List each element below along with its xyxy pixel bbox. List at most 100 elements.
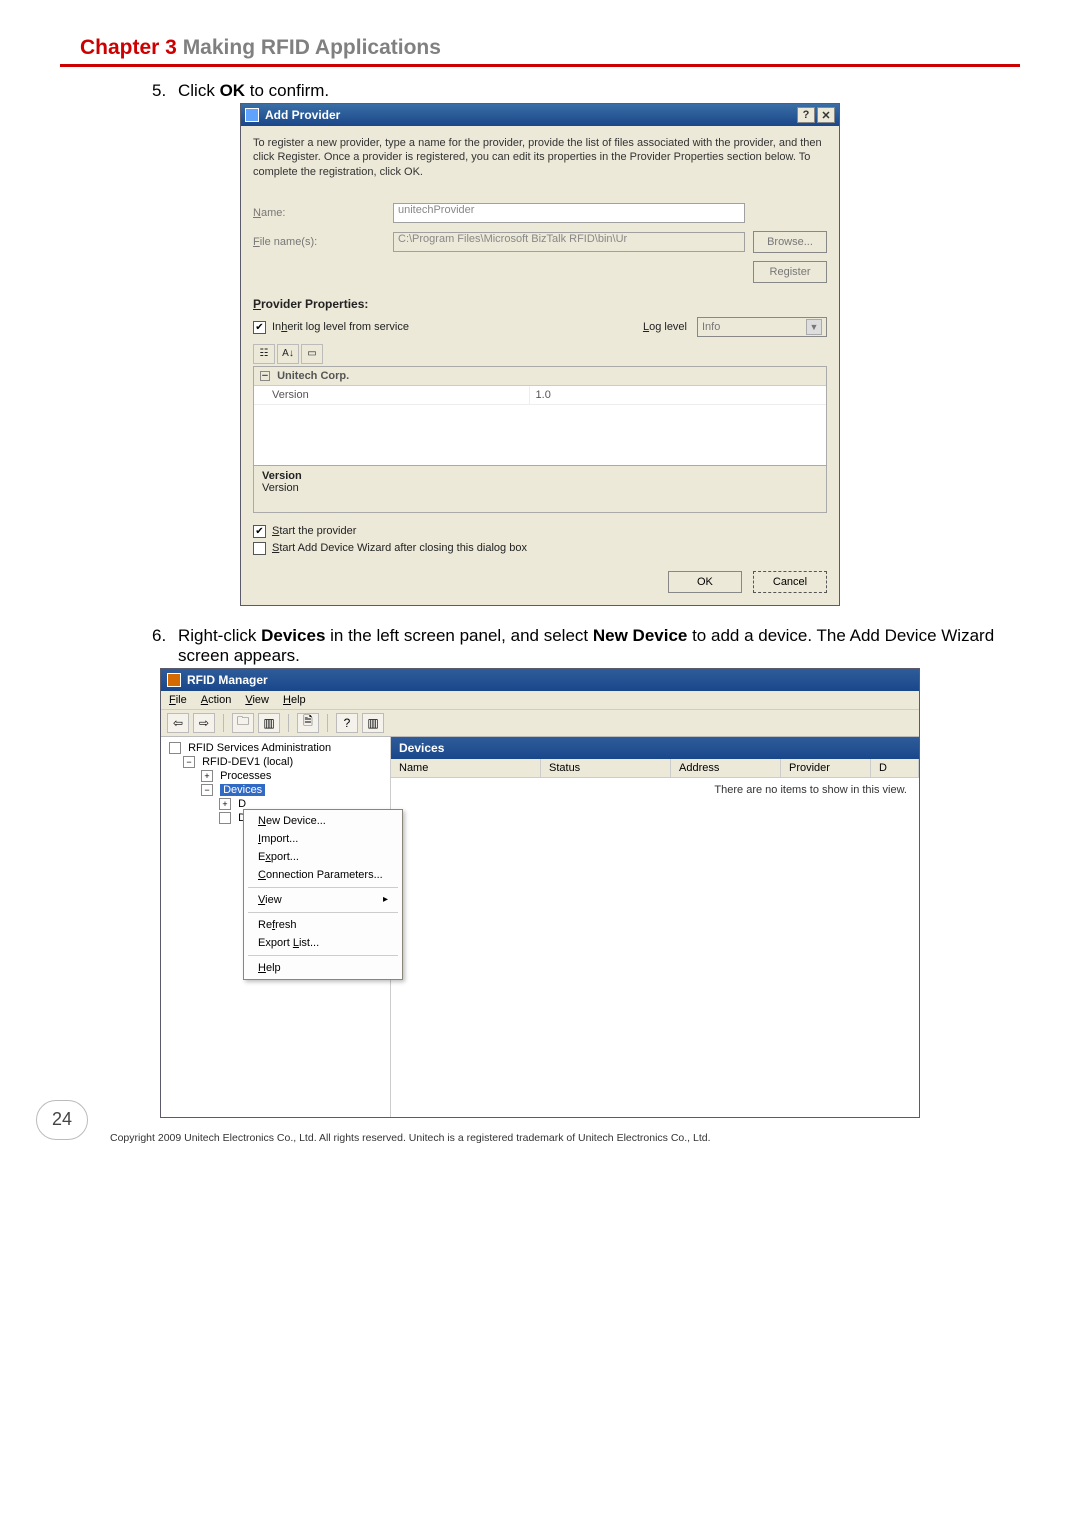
name-label-rest: ame: xyxy=(261,207,285,219)
ctx-view[interactable]: View xyxy=(244,891,402,909)
s6b1: Devices xyxy=(261,626,325,645)
col-status[interactable]: Status xyxy=(541,759,671,777)
tree-processes-label: Processes xyxy=(220,770,271,782)
toolbar-separator xyxy=(327,714,328,732)
plus-icon[interactable]: + xyxy=(201,770,213,782)
forward-icon[interactable]: ⇨ xyxy=(193,713,215,733)
log-level-value: Info xyxy=(702,321,720,333)
menu-help[interactable]: Help xyxy=(283,694,306,706)
ctx-export-list[interactable]: Export List... xyxy=(244,934,402,952)
step5-suffix: to confirm. xyxy=(245,81,329,100)
propgrid-pages-icon[interactable]: ▭ xyxy=(301,344,323,364)
menu-file[interactable]: File xyxy=(169,694,187,706)
inherit-p: In xyxy=(272,321,281,333)
categorized-icon[interactable]: ☷ xyxy=(253,344,275,364)
ctx-refresh[interactable]: Refresh xyxy=(244,916,402,934)
provider-properties-label: Provider Properties: xyxy=(253,297,827,311)
propgrid-row-val[interactable]: 1.0 xyxy=(529,386,826,404)
back-icon[interactable]: ⇦ xyxy=(167,713,189,733)
name-label-u: N xyxy=(253,207,261,219)
ctx-export[interactable]: Export... xyxy=(244,848,402,866)
plus-icon[interactable]: + xyxy=(219,798,231,810)
chevron-down-icon: ▼ xyxy=(806,319,822,335)
help-icon[interactable]: ? xyxy=(797,107,815,123)
browse-button[interactable]: Browse... xyxy=(753,231,827,253)
minus-icon[interactable]: − xyxy=(183,756,195,768)
inherit-label: Inherit log level from service xyxy=(272,321,409,333)
propgrid-desc-body: Version xyxy=(262,482,818,494)
property-grid: − Unitech Corp. Version 1.0 Version Vers… xyxy=(253,366,827,513)
cancel-button[interactable]: Cancel xyxy=(753,571,827,593)
minus-icon[interactable]: − xyxy=(201,784,213,796)
tree-host[interactable]: − RFID-DEV1 (local) xyxy=(165,755,386,769)
step-number: 5. xyxy=(152,81,178,101)
ctx-new-device[interactable]: New Device... xyxy=(244,812,402,830)
s6t2: in the left screen panel, and select xyxy=(325,626,592,645)
help-icon[interactable]: ? xyxy=(336,713,358,733)
start-provider-row[interactable]: ✔ Start the provider xyxy=(253,525,827,538)
context-menu: New Device... Import... Export... Connec… xyxy=(243,809,403,980)
ctx-separator xyxy=(248,955,398,956)
col-address[interactable]: Address xyxy=(671,759,781,777)
register-button[interactable]: Register xyxy=(753,261,827,283)
collapse-icon[interactable]: − xyxy=(260,371,270,381)
col-d[interactable]: D xyxy=(871,759,919,777)
propgrid-row[interactable]: Version 1.0 xyxy=(254,386,826,405)
tree-root-icon xyxy=(169,742,181,754)
propgrid-category-label: Unitech Corp. xyxy=(277,370,349,382)
file-input[interactable]: C:\Program Files\Microsoft BizTalk RFID\… xyxy=(393,232,745,252)
s6b2: New Device xyxy=(593,626,688,645)
chapter-number: Chapter 3 xyxy=(80,36,177,59)
ctx-separator xyxy=(248,912,398,913)
name-label: Name: xyxy=(253,207,393,219)
tree-processes[interactable]: + Processes xyxy=(165,769,386,783)
empty-message: There are no items to show in this view. xyxy=(391,778,919,802)
menu-action[interactable]: Action xyxy=(201,694,232,706)
ctx-help[interactable]: Help xyxy=(244,959,402,977)
menu-view[interactable]: View xyxy=(245,694,269,706)
s6t1: Right-click xyxy=(178,626,261,645)
tree-pane: RFID Services Administration − RFID-DEV1… xyxy=(161,737,391,1117)
col-provider[interactable]: Provider xyxy=(781,759,871,777)
start-provider-label: Start the provider xyxy=(272,525,356,537)
step5-bold: OK xyxy=(220,81,246,100)
start-provider-checkbox[interactable]: ✔ xyxy=(253,525,266,538)
export-list-icon[interactable]: 🗎 xyxy=(297,713,319,733)
inherit-checkbox[interactable]: ✔ xyxy=(253,321,266,334)
tree-root[interactable]: RFID Services Administration xyxy=(165,741,386,755)
tree-root-label: RFID Services Administration xyxy=(188,742,331,754)
copyright-text: Copyright 2009 Unitech Electronics Co., … xyxy=(110,1132,1040,1144)
ctx-connection-params[interactable]: Connection Parameters... xyxy=(244,866,402,884)
log-level-select[interactable]: Info ▼ xyxy=(697,317,827,337)
sort-az-icon[interactable]: A↓ xyxy=(277,344,299,364)
show-hide-tree-icon[interactable]: ▥ xyxy=(258,713,280,733)
start-wizard-row[interactable]: Start Add Device Wizard after closing th… xyxy=(253,542,827,555)
ctx-import[interactable]: Import... xyxy=(244,830,402,848)
ok-button[interactable]: OK xyxy=(668,571,742,593)
tree-devices[interactable]: − Devices xyxy=(165,783,386,797)
tree-devices-label: Devices xyxy=(220,784,265,796)
device-icon xyxy=(219,812,231,824)
list-pane: Devices Name Status Address Provider D T… xyxy=(391,737,919,1117)
refresh-icon[interactable]: ▥ xyxy=(362,713,384,733)
inherit-checkbox-row[interactable]: ✔ Inherit log level from service xyxy=(253,321,409,334)
propgrid-category[interactable]: − Unitech Corp. xyxy=(254,367,826,386)
sw-r: tart Add Device Wizard after closing thi… xyxy=(279,542,527,554)
name-input[interactable]: unitechProvider xyxy=(393,203,745,223)
step-5: 5. Click OK to confirm. xyxy=(152,81,1020,101)
start-wizard-checkbox[interactable] xyxy=(253,542,266,555)
col-name[interactable]: Name xyxy=(391,759,541,777)
mgr-title-text: RFID Manager xyxy=(187,673,268,687)
toolbar-separator xyxy=(288,714,289,732)
propgrid-description: Version Version xyxy=(254,465,826,512)
up-icon[interactable]: 🗀 xyxy=(232,713,254,733)
propgrid-row-key: Version xyxy=(254,386,529,404)
list-header: Devices xyxy=(391,737,919,759)
dialog-title: Add Provider xyxy=(265,108,795,122)
close-icon[interactable]: ✕ xyxy=(817,107,835,123)
dialog-intro-text: To register a new provider, type a name … xyxy=(253,136,827,179)
list-columns: Name Status Address Provider D xyxy=(391,759,919,778)
file-label-rest: ile name(s): xyxy=(260,236,317,248)
step-number: 6. xyxy=(152,626,178,666)
chapter-header: Chapter 3 Making RFID Applications xyxy=(80,36,1020,60)
